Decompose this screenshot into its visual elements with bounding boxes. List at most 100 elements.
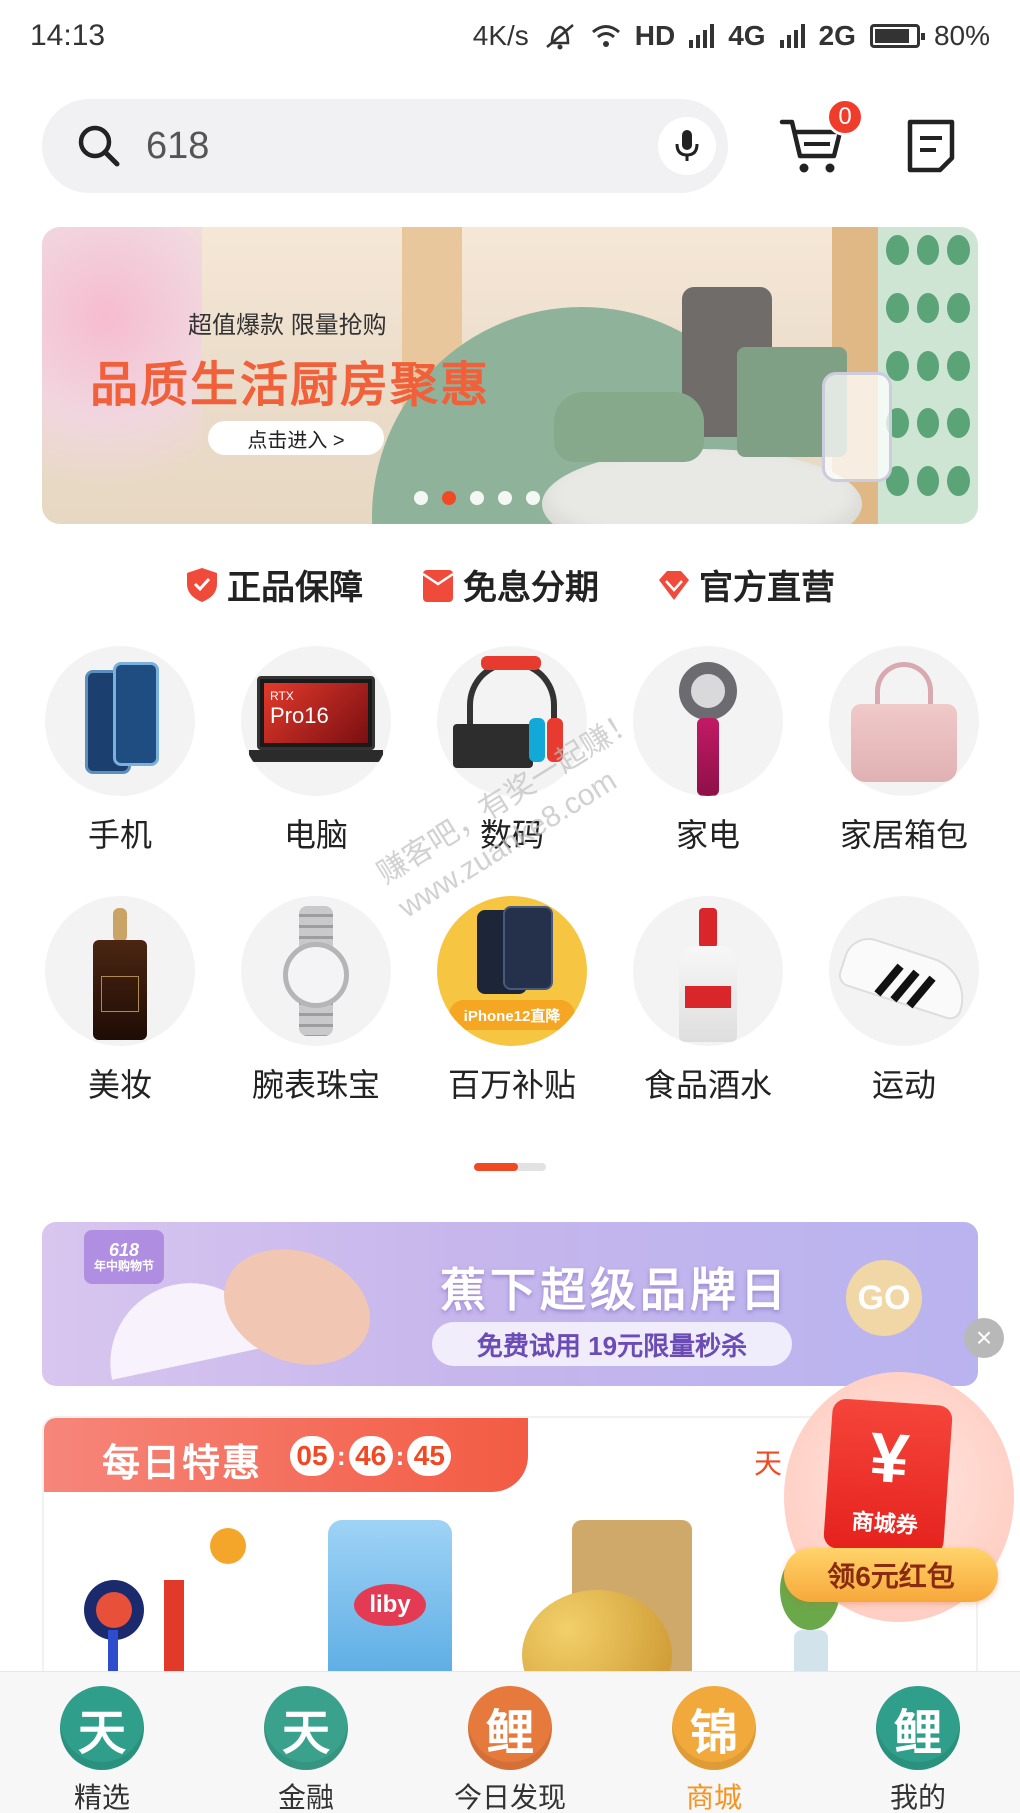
iphone-promo-text: iPhone12直降 xyxy=(449,1000,575,1030)
tab-featured[interactable]: 天 精选 xyxy=(0,1672,204,1813)
bottom-nav: 天 精选 天 金融 鲤 今日发现 锦 商城 鲤 我的 xyxy=(0,1671,1020,1813)
coupon-name: 商城券 xyxy=(850,1508,919,1539)
countdown-timer: 05 : 46 : 45 xyxy=(290,1436,452,1476)
serum-bottle-icon xyxy=(45,896,195,1046)
618-tag: 618 年中购物节 xyxy=(84,1230,164,1284)
go-button[interactable]: GO xyxy=(846,1260,922,1336)
sneaker-icon xyxy=(829,896,979,1046)
guarantees-row: 正品保障 免息分期 官方直营 xyxy=(0,560,1020,609)
electric-pot-image xyxy=(554,392,704,462)
claim-coupon-button[interactable]: 领6元红包 xyxy=(784,1548,998,1602)
network-4g: 4G xyxy=(728,20,766,51)
category-computer[interactable]: RTX Pro16 电脑 xyxy=(218,646,414,856)
tab-label: 精选 xyxy=(73,1782,130,1813)
tab-discover[interactable]: 鲤 今日发现 xyxy=(408,1672,612,1813)
notes-icon[interactable] xyxy=(904,118,958,174)
category-label: 食品酒水 xyxy=(643,1067,772,1103)
handbag-icon xyxy=(829,646,979,796)
mute-bell-icon xyxy=(545,24,574,50)
tab-label: 我的 xyxy=(889,1782,946,1813)
search-input[interactable]: 618 xyxy=(42,99,728,193)
kitchen-banner[interactable]: 超值爆款 限量抢购 品质生活厨房聚惠 点击进入 > xyxy=(42,227,978,524)
tab-finance[interactable]: 天 金融 xyxy=(204,1672,408,1813)
wifi-icon xyxy=(591,25,620,47)
guarantee-official: 官方直营 xyxy=(657,560,835,609)
signal-icon-2 xyxy=(779,24,805,48)
tab-label: 商城 xyxy=(685,1782,742,1813)
yen-icon: ¥ xyxy=(867,1417,912,1499)
guarantee-installment: 免息分期 xyxy=(421,560,599,609)
category-label: 家居箱包 xyxy=(839,817,968,853)
timer-minutes: 46 xyxy=(348,1436,393,1476)
envelope-icon xyxy=(422,569,454,602)
laptop-icon: RTX Pro16 xyxy=(241,646,391,796)
signal-icon xyxy=(689,24,715,48)
banner-dot[interactable] xyxy=(470,491,484,505)
brand-day-banner[interactable]: 618 年中购物节 蕉下超级品牌日 免费试用 19元限量秒杀 GO xyxy=(42,1222,978,1386)
618-tag-number: 618 xyxy=(108,1239,140,1260)
timer-seconds: 45 xyxy=(407,1436,452,1476)
tab-mall-icon: 锦 xyxy=(672,1686,756,1770)
618-tag-text: 年中购物节 xyxy=(93,1259,154,1274)
liquor-bottle-icon xyxy=(633,896,783,1046)
category-watch-jewelry[interactable]: 腕表珠宝 xyxy=(218,896,414,1106)
guarantee-label: 免息分期 xyxy=(463,569,599,607)
guarantee-authentic: 正品保障 xyxy=(185,560,363,609)
banner-dot[interactable] xyxy=(442,491,456,505)
daily-deals-title: 每日特惠 xyxy=(102,1443,263,1485)
network-2g: 2G xyxy=(818,20,856,51)
coupon-card: ¥ 商城券 xyxy=(822,1397,954,1557)
category-label: 运动 xyxy=(871,1067,936,1103)
diamond-icon xyxy=(659,570,689,600)
category-subsidy[interactable]: iPhone12直降 百万补贴 xyxy=(414,896,610,1106)
tab-featured-icon: 天 xyxy=(60,1686,144,1770)
iphone12-icon: iPhone12直降 xyxy=(437,896,587,1046)
guarantee-label: 官方直营 xyxy=(699,569,835,607)
mic-icon xyxy=(675,130,699,161)
tab-label: 金融 xyxy=(277,1782,334,1813)
search-row: 618 0 xyxy=(42,98,982,194)
phone-icon xyxy=(45,646,195,796)
shield-icon xyxy=(187,567,217,602)
category-label: 手机 xyxy=(87,817,152,853)
search-icon xyxy=(78,125,120,167)
status-bar: 14:13 4K/s HD 4G 2G 80% xyxy=(0,0,1020,72)
category-sports[interactable]: 运动 xyxy=(806,896,1002,1106)
coupon-float[interactable]: ¥ 商城券 领6元红包 xyxy=(784,1372,1014,1622)
category-label: 美妆 xyxy=(87,1067,152,1103)
kettle-image xyxy=(822,372,892,482)
timer-hours: 05 xyxy=(290,1436,334,1476)
promo-subtitle: 免费试用 19元限量秒杀 xyxy=(432,1322,792,1366)
category-label: 家电 xyxy=(675,817,740,853)
category-pager xyxy=(474,1163,546,1171)
network-speed: 4K/s xyxy=(472,20,529,51)
close-icon[interactable]: × xyxy=(964,1318,1004,1358)
category-beauty[interactable]: 美妆 xyxy=(22,896,218,1106)
banner-subtitle: 超值爆款 限量抢购 xyxy=(188,312,387,339)
guarantee-label: 正品保障 xyxy=(227,569,363,607)
tab-me[interactable]: 鲤 我的 xyxy=(816,1672,1020,1813)
banner-enter-button[interactable]: 点击进入 > xyxy=(208,421,384,455)
category-home-bags[interactable]: 家居箱包 xyxy=(806,646,1002,856)
pager-active xyxy=(474,1163,518,1171)
status-time: 14:13 xyxy=(30,19,106,52)
banner-dot[interactable] xyxy=(498,491,512,505)
tab-finance-icon: 天 xyxy=(264,1686,348,1770)
promo-title: 蕉下超级品牌日 xyxy=(440,1264,790,1316)
banner-title: 品质生活厨房聚惠 xyxy=(90,359,491,412)
banner-dot[interactable] xyxy=(526,491,540,505)
category-phone[interactable]: 手机 xyxy=(22,646,218,856)
battery-icon xyxy=(869,24,925,48)
category-label: 腕表珠宝 xyxy=(251,1067,380,1103)
mic-button[interactable] xyxy=(658,117,716,175)
daily-more-link[interactable]: 天 xyxy=(754,1442,782,1482)
search-query[interactable]: 618 xyxy=(146,125,658,168)
banner-dot[interactable] xyxy=(414,491,428,505)
tab-mall[interactable]: 锦 商城 xyxy=(612,1672,816,1813)
status-indicators: 4K/s HD 4G 2G 80% xyxy=(473,20,990,52)
liby-logo-text: liby xyxy=(354,1584,426,1626)
tab-label: 今日发现 xyxy=(453,1782,566,1813)
battery-level: 80% xyxy=(933,20,990,51)
watch-icon xyxy=(241,896,391,1046)
category-food-drinks[interactable]: 食品酒水 xyxy=(610,896,806,1106)
